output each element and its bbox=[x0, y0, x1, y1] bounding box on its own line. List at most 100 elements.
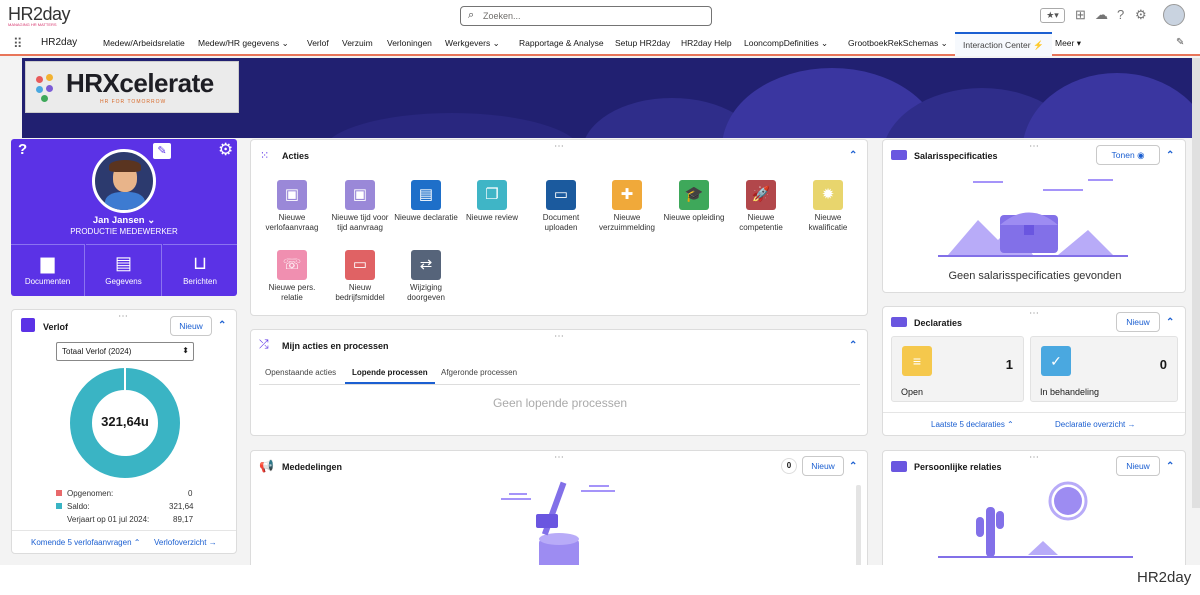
verlof-overview-link[interactable]: Verlofoverzicht → bbox=[154, 538, 217, 547]
tab-lopende-processen[interactable]: Lopende processen bbox=[352, 368, 428, 377]
hero-banner: HRXcelerate HR FOR TOMORROW bbox=[22, 58, 1197, 138]
action-8[interactable]: 🚀 Nieuwe competentie bbox=[728, 180, 794, 233]
shuffle-icon: ⤮ bbox=[259, 337, 269, 351]
collapse-icon[interactable]: ⌃ bbox=[1166, 461, 1174, 472]
app-name: HR2day bbox=[41, 37, 78, 48]
profile-name[interactable]: Jan Jansen ⌄ bbox=[11, 215, 237, 226]
footer-logo: HR2day bbox=[1137, 569, 1192, 586]
acties-card: ⋯ ⁙ Acties ⌃ ▣ Nieuwe verlofaanvraag ▣ Nieu… bbox=[250, 139, 868, 316]
edit-nav-icon[interactable]: ✎ bbox=[1176, 37, 1184, 48]
page-scrollbar[interactable] bbox=[1192, 58, 1200, 508]
id-card-icon: ▤ bbox=[114, 253, 132, 273]
upcoming-verlof-link[interactable]: Komende 5 verlofaanvragen ⌃ bbox=[31, 538, 140, 547]
nav-item-looncomp[interactable]: LooncompDefinities ⌄ bbox=[744, 38, 828, 49]
verlof-total: 321,64u bbox=[101, 414, 149, 429]
verlof-type-select[interactable]: Totaal Verlof (2024) ⬍ bbox=[56, 342, 194, 361]
drag-handle[interactable]: ⋯ bbox=[1029, 141, 1040, 152]
nav-item-grootboek[interactable]: GrootboekRekSchemas ⌄ bbox=[848, 38, 948, 49]
action-11[interactable]: ▭ Nieuw bedrijfsmiddel bbox=[327, 250, 393, 303]
documenten-button[interactable]: ▆ Documenten bbox=[11, 244, 85, 296]
nav-item-help[interactable]: HR2day Help bbox=[681, 38, 732, 48]
new-verlof-button[interactable]: Nieuw bbox=[170, 316, 212, 336]
nav-item-meer[interactable]: Meer ▾ bbox=[1055, 38, 1081, 49]
new-mededeling-button[interactable]: Nieuw bbox=[802, 456, 844, 476]
brand-dots-icon bbox=[34, 72, 60, 102]
last-declaraties-link[interactable]: Laatste 5 declaraties ⌃ bbox=[931, 420, 1014, 429]
lightning-icon: ⚡ bbox=[1032, 40, 1044, 50]
cloud-icon[interactable]: ☁ bbox=[1095, 7, 1108, 23]
megaphone-icon: 📢 bbox=[259, 459, 274, 473]
legend-opgenomen-value: 0 bbox=[188, 489, 193, 498]
nav-item-medew-arbeidsrelatie[interactable]: Medew/Arbeidsrelatie bbox=[103, 38, 185, 48]
collapse-icon[interactable]: ⌃ bbox=[1166, 150, 1174, 161]
action-9[interactable]: ✹ Nieuwe kwalificatie bbox=[795, 180, 861, 233]
chevron-down-icon: ⌄ bbox=[940, 38, 948, 48]
action-3[interactable]: ▤ Nieuwe declaratie bbox=[393, 180, 459, 223]
empty-state-illustration bbox=[461, 481, 651, 569]
favorites-button[interactable]: ★▾ bbox=[1040, 8, 1065, 23]
nav-item-medew-hr-gegevens[interactable]: Medew/HR gegevens ⌄ bbox=[198, 38, 289, 49]
eye-icon: ◉ bbox=[1137, 150, 1145, 160]
salaris-card: ⋯ Salarisspecificaties Tonen ◉ ⌃ Geen sa… bbox=[882, 139, 1186, 293]
scrollbar[interactable] bbox=[856, 485, 861, 569]
collapse-icon[interactable]: ⌃ bbox=[849, 340, 857, 351]
help-icon[interactable]: ? bbox=[18, 141, 27, 158]
add-icon[interactable]: ⊞ bbox=[1075, 7, 1086, 23]
briefcase-icon: ▣ bbox=[277, 180, 307, 210]
nav-item-verloningen[interactable]: Verloningen bbox=[387, 38, 432, 48]
collapse-icon[interactable]: ⌃ bbox=[849, 150, 857, 161]
drag-handle[interactable]: ⋯ bbox=[554, 331, 565, 342]
action-6[interactable]: ✚ Nieuwe verzuimmelding bbox=[594, 180, 660, 233]
collapse-icon[interactable]: ⌃ bbox=[849, 461, 857, 472]
avatar bbox=[92, 149, 156, 213]
nav-item-rapportage[interactable]: Rapportage & Analyse bbox=[519, 38, 604, 48]
folder-icon: ▆ bbox=[40, 253, 55, 273]
action-10[interactable]: ☏ Nieuwe pers. relatie bbox=[259, 250, 325, 303]
declaratie-overview-link[interactable]: Declaratie overzicht → bbox=[1055, 420, 1135, 429]
new-relatie-button[interactable]: Nieuw bbox=[1116, 456, 1160, 476]
nav-item-werkgevers[interactable]: Werkgevers ⌄ bbox=[445, 38, 500, 49]
profile-role: PRODUCTIE MEDEWERKER bbox=[70, 227, 178, 236]
chevron-down-icon: ⌄ bbox=[821, 38, 829, 48]
help-icon[interactable]: ? bbox=[1117, 7, 1124, 22]
action-12[interactable]: ⇄ Wijziging doorgeven bbox=[393, 250, 459, 303]
settings-icon[interactable]: ⚙ bbox=[218, 140, 233, 160]
drag-handle[interactable]: ⋯ bbox=[554, 141, 565, 152]
action-5[interactable]: ▭ Document uploaden bbox=[528, 180, 594, 233]
tab-afgeronde-processen[interactable]: Afgeronde processen bbox=[441, 368, 517, 377]
drag-handle[interactable]: ⋯ bbox=[118, 311, 129, 322]
tonen-button[interactable]: Tonen ◉ bbox=[1096, 145, 1160, 165]
folder-icon: ▭ bbox=[546, 180, 576, 210]
search-input[interactable]: ⌕ Zoeken... bbox=[460, 6, 712, 26]
collapse-icon[interactable]: ⌃ bbox=[218, 320, 226, 331]
relaties-card: ⋯ Persoonlijke relaties Nieuw ⌃ bbox=[882, 450, 1186, 570]
hr2day-logo[interactable]: HR2day MANAGING HR MATTERS bbox=[8, 4, 71, 27]
gegevens-button[interactable]: ▤ Gegevens bbox=[86, 244, 162, 296]
drag-handle[interactable]: ⋯ bbox=[1029, 452, 1040, 463]
drag-handle[interactable]: ⋯ bbox=[1029, 308, 1040, 319]
badge-icon: ✹ bbox=[813, 180, 843, 210]
suitcase-icon bbox=[21, 318, 35, 332]
gear-icon[interactable]: ⚙ bbox=[1135, 7, 1147, 23]
action-7[interactable]: 🎓 Nieuwe opleiding bbox=[661, 180, 727, 223]
action-label: Nieuwe verlofaanvraag bbox=[265, 213, 319, 232]
collapse-icon[interactable]: ⌃ bbox=[1166, 317, 1174, 328]
tile-open[interactable]: ≡ 1 Open bbox=[891, 336, 1024, 402]
edit-icon[interactable]: ✎ bbox=[153, 143, 171, 159]
nav-item-verlof[interactable]: Verlof bbox=[307, 38, 329, 48]
tile-in-behandeling[interactable]: ✓ 0 In behandeling bbox=[1030, 336, 1178, 402]
app-launcher-icon[interactable]: ⠿ bbox=[13, 36, 22, 52]
nav-item-verzuim[interactable]: Verzuim bbox=[342, 38, 373, 48]
action-1[interactable]: ▣ Nieuwe verlofaanvraag bbox=[259, 180, 325, 233]
tab-openstaande-acties[interactable]: Openstaande acties bbox=[265, 368, 336, 377]
drag-handle[interactable]: ⋯ bbox=[554, 452, 565, 463]
expire-value: 89,17 bbox=[173, 515, 194, 524]
action-2[interactable]: ▣ Nieuwe tijd voor tijd aanvraag bbox=[327, 180, 393, 233]
nav-item-setup[interactable]: Setup HR2day bbox=[615, 38, 670, 48]
empty-state-illustration bbox=[938, 179, 1128, 257]
user-avatar[interactable] bbox=[1163, 4, 1185, 26]
berichten-button[interactable]: ⊔ Berichten bbox=[163, 244, 237, 296]
new-declaratie-button[interactable]: Nieuw bbox=[1116, 312, 1160, 332]
action-4[interactable]: ❐ Nieuwe review bbox=[459, 180, 525, 223]
nav-item-interaction-center[interactable]: Interaction Center ⚡ bbox=[955, 32, 1052, 56]
